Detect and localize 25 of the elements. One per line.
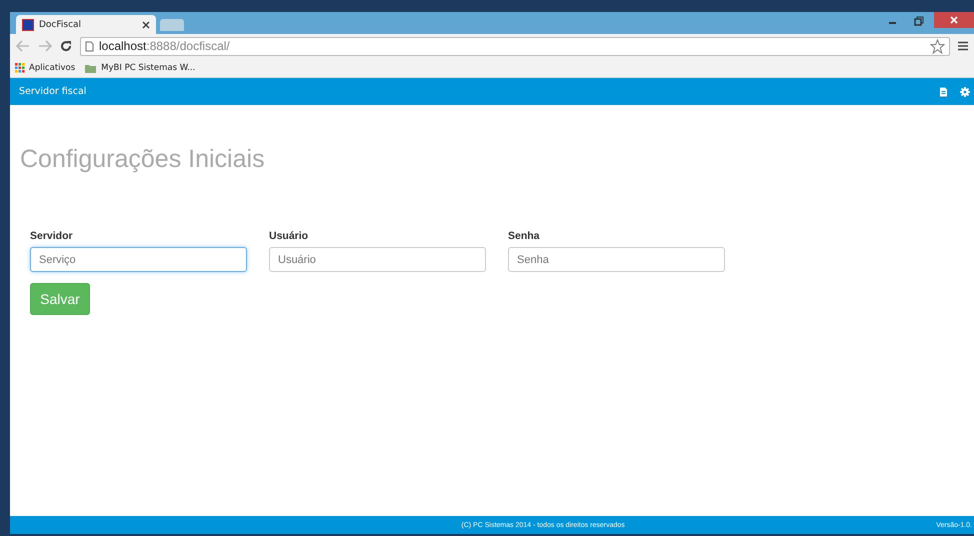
page-icon [85,40,94,52]
close-icon[interactable] [142,20,150,28]
folder-icon [85,62,98,72]
field-label: Servidor [30,230,74,242]
document-icon[interactable] [939,86,948,96]
page-title: Configurações Iniciais [20,145,266,174]
close-window-button[interactable] [934,12,974,28]
menu-icon[interactable] [958,41,968,51]
input-field[interactable]: Serviço [30,247,247,272]
bookmark-link[interactable]: MyBI PC Sistemas W... [85,62,196,72]
field-label: Senha [508,230,541,242]
star-icon[interactable] [930,38,945,54]
restore-icon[interactable] [914,16,924,26]
settings-icon[interactable] [960,86,970,96]
app-logo-icon [22,18,34,30]
url-text: localhost:8888/docfiscal/ [99,39,230,53]
close-icon [950,16,958,24]
input-field[interactable]: Senha [508,247,725,272]
address-bar[interactable]: localhost:8888/docfiscal/ [80,36,950,56]
reload-icon[interactable] [60,40,72,52]
grid-icon [15,62,25,72]
input-field[interactable]: Usuário [269,247,486,272]
field-label: Usuário [269,230,310,242]
browser-tab[interactable]: DocFiscal [16,15,156,34]
bookmark-link[interactable]: Aplicativos [15,62,76,72]
